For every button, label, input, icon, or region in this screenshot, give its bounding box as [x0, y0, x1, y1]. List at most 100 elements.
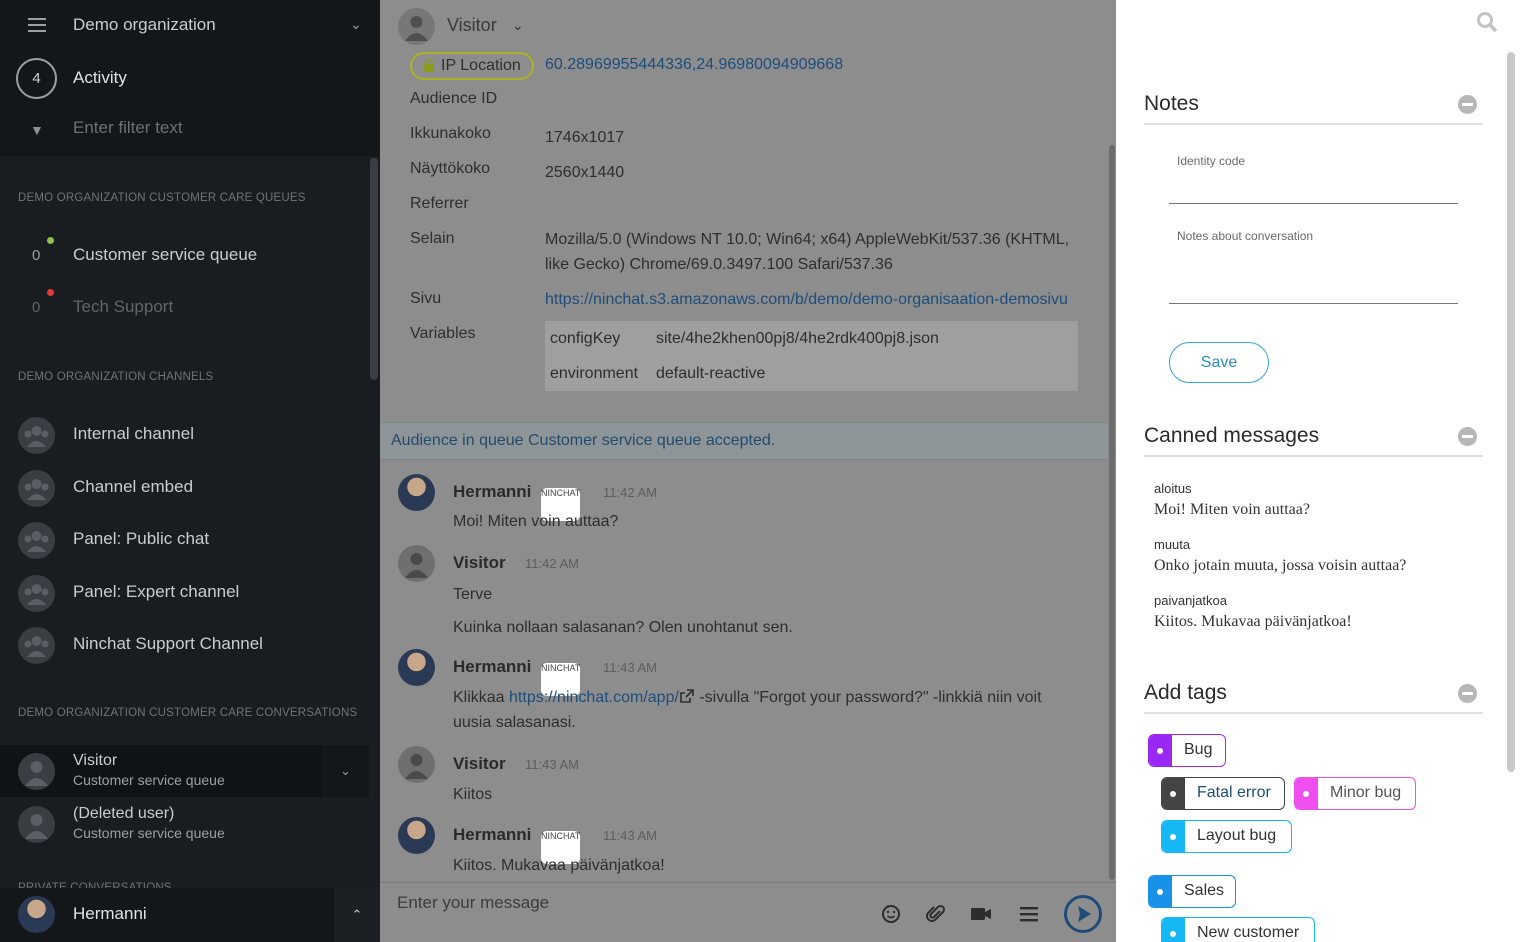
canned-text: Moi! Miten voin auttaa?: [1154, 501, 1310, 518]
notes-label: Notes about conversation: [1177, 229, 1314, 243]
tag-new-customer[interactable]: New customer: [1161, 917, 1315, 942]
canned-name: paivanjatkoa: [1154, 593, 1227, 608]
tag-fatal-error[interactable]: Fatal error: [1161, 777, 1285, 810]
conversation-item[interactable]: (Deleted user) Customer service queue: [0, 798, 369, 850]
conversation-item-active[interactable]: Visitor Customer service queue ⌄: [0, 745, 369, 797]
collapse-icon[interactable]: [1458, 95, 1477, 114]
activity-label: Activity: [73, 68, 127, 87]
tag-color-swatch: [1162, 918, 1185, 942]
message-text-line2: uusia salasanasi.: [453, 714, 576, 731]
variables-table: configKey site/4he2khen00pj8/4he2rdk400p…: [545, 321, 1078, 391]
info-value: 1746x1017: [545, 129, 625, 146]
search-icon[interactable]: [1476, 11, 1498, 33]
channel-name: Internal channel: [73, 424, 194, 443]
variable-key: configKey: [550, 330, 621, 347]
canned-title: Canned messages: [1144, 424, 1320, 447]
sidebar-scrollbar[interactable]: [370, 158, 378, 380]
visitor-avatar-icon: [398, 545, 435, 582]
message-link[interactable]: https://ninchat.com/app/: [509, 689, 679, 706]
author-avatar: [398, 474, 435, 511]
video-call-icon[interactable]: [970, 903, 992, 925]
chevron-down-icon[interactable]: ⌄: [322, 745, 369, 797]
tag-label: New customer: [1197, 924, 1300, 941]
chevron-down-icon[interactable]: ⌄: [512, 17, 524, 34]
info-value: 2560x1440: [545, 164, 625, 181]
queue-status-dot: [47, 237, 54, 244]
lock-icon: [424, 59, 434, 72]
canned-name: muuta: [1154, 537, 1191, 552]
tag-label: Minor bug: [1330, 784, 1402, 801]
filter-input[interactable]: [73, 118, 353, 138]
sidebar: Demo organization ⌄ 4 Activity ▼ DEMO OR…: [0, 0, 380, 942]
message-time: 11:42 AM: [603, 485, 657, 500]
message-text: Moi! Miten voin auttaa?: [453, 513, 619, 530]
organization-selector[interactable]: Demo organization ⌄: [0, 0, 380, 52]
queue-count: 0: [32, 299, 41, 316]
channel-item[interactable]: Channel embed: [0, 462, 370, 514]
message-text: Terve: [453, 586, 493, 603]
message-author: Visitor: [453, 553, 506, 572]
info-label: Ikkunakoko: [410, 125, 491, 142]
group-icon: [18, 417, 55, 454]
tag-layout-bug[interactable]: Layout bug: [1161, 820, 1292, 853]
tags-title: Add tags: [1144, 681, 1227, 704]
chat-scrollbar[interactable]: [1109, 145, 1115, 880]
queues-heading: DEMO ORGANIZATION CUSTOMER CARE QUEUES: [18, 192, 306, 204]
tag-color-swatch: [1149, 876, 1172, 907]
queue-item-customer-service[interactable]: 0 Customer service queue: [0, 231, 370, 283]
ip-location-value[interactable]: 60.28969955444336,24.96980094909668: [545, 56, 843, 74]
message-text: Klikkaa https://ninchat.com/app/ -sivull…: [453, 685, 1093, 735]
info-label: Variables: [410, 325, 476, 342]
activity-item[interactable]: 4 Activity: [0, 52, 380, 104]
channel-item[interactable]: Panel: Public chat: [0, 514, 370, 566]
page-url-link[interactable]: https://ninchat.s3.amazonaws.com/b/demo/…: [545, 287, 1083, 312]
tag-sales[interactable]: Sales: [1148, 875, 1236, 908]
chevron-up-icon[interactable]: ⌃: [334, 888, 380, 942]
info-label: Sivu: [410, 290, 442, 307]
variable-key: environment: [550, 365, 639, 382]
variable-value: site/4he2khen00pj8/4he2rdk400pj8.json: [656, 330, 939, 347]
tag-label: Bug: [1184, 741, 1213, 758]
tag-label: Sales: [1184, 882, 1225, 899]
author-avatar: [398, 649, 435, 686]
ip-location-label: IP Location: [441, 57, 521, 74]
panel-scrollbar[interactable]: [1507, 52, 1515, 772]
collapse-icon[interactable]: [1458, 427, 1477, 446]
tag-bug[interactable]: Bug: [1148, 734, 1226, 767]
identity-code-field[interactable]: Identity code: [1169, 154, 1458, 204]
canned-text: Onko jotain muuta, jossa voisin auttaa?: [1154, 557, 1407, 574]
attachment-icon[interactable]: [925, 903, 947, 925]
channel-item[interactable]: Internal channel: [0, 409, 370, 461]
side-panel: Notes Identity code Notes about conversa…: [1116, 0, 1520, 942]
message-input[interactable]: [397, 893, 857, 913]
tag-color-swatch: [1162, 778, 1185, 809]
channel-name: Channel embed: [73, 477, 194, 496]
user-avatar-icon: [18, 806, 55, 843]
channel-item[interactable]: Ninchat Support Channel: [0, 619, 370, 671]
notes-field[interactable]: Notes about conversation: [1169, 229, 1458, 304]
system-message: Audience in queue Customer service queue…: [380, 422, 1108, 460]
send-button[interactable]: [1064, 895, 1102, 933]
author-avatar: [398, 817, 435, 854]
queue-item-tech-support[interactable]: 0 Tech Support: [0, 283, 370, 335]
info-label: Audience ID: [410, 90, 498, 107]
menu-lines-icon[interactable]: [1018, 903, 1040, 925]
current-user-bar[interactable]: Hermanni ⌃: [0, 888, 380, 942]
info-label: Selain: [410, 230, 455, 247]
external-link-icon: [680, 689, 694, 703]
queue-name: Customer service queue: [73, 245, 258, 264]
variable-value: default-reactive: [656, 365, 766, 382]
chevron-down-icon[interactable]: ⌄: [350, 16, 362, 33]
conversation-name: (Deleted user): [73, 805, 175, 822]
visitor-avatar-icon: [398, 8, 435, 45]
tag-minor-bug[interactable]: Minor bug: [1294, 777, 1416, 810]
message-text: Kuinka nollaan salasanan? Olen unohtanut…: [453, 619, 793, 636]
channel-item[interactable]: Panel: Expert channel: [0, 567, 370, 619]
hamburger-menu-icon[interactable]: [28, 18, 46, 32]
emoji-icon[interactable]: [880, 903, 902, 925]
collapse-icon[interactable]: [1458, 684, 1477, 703]
tag-color-swatch: [1162, 821, 1185, 852]
channel-name: Panel: Public chat: [73, 529, 210, 548]
save-button[interactable]: Save: [1169, 342, 1269, 383]
ip-location-pill[interactable]: IP Location: [410, 52, 534, 80]
